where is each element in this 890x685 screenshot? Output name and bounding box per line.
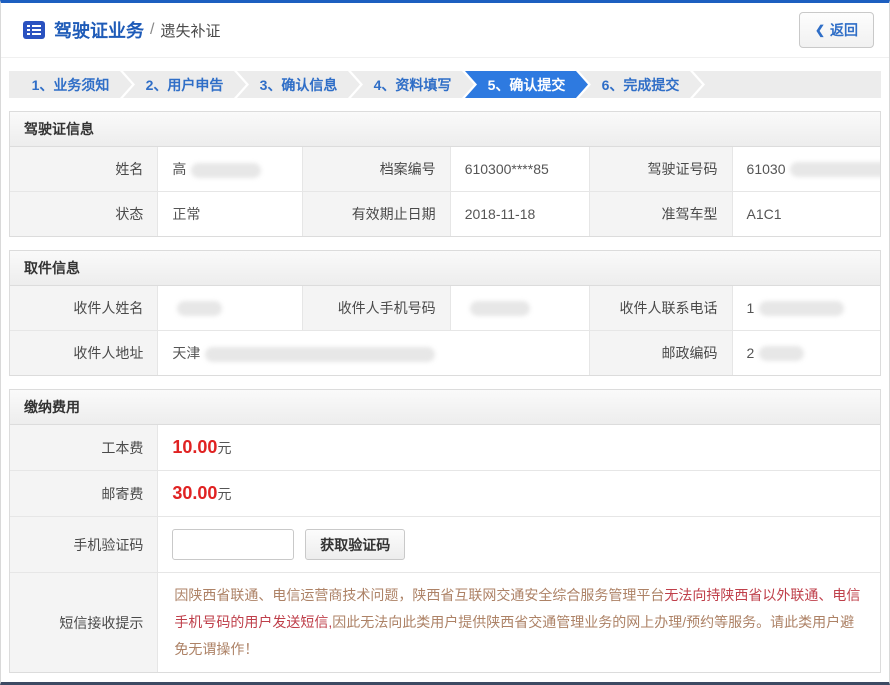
table-row: 工本费 10.00元 [10,425,880,471]
header: 驾驶证业务 / 遗失补证 ❮ 返回 [1,3,889,58]
step-3-confirm-info: 3、确认信息 [237,71,360,98]
pickup-section-title: 取件信息 [10,251,880,286]
sms-code-row: 获取验证码 [158,517,880,573]
step-2-user-declaration: 2、用户申告 [123,71,246,98]
recipient-phone-label: 收件人联系电话 [589,286,732,331]
redacted-value [177,301,222,316]
recipient-name-value [158,286,302,331]
file-no-value: 610300****85 [450,147,589,192]
redacted-value [759,301,844,316]
step-4-fill-data: 4、资料填写 [351,71,474,98]
footer-actions: 上一步 完成 [1,673,889,685]
postage-fee-label: 邮寄费 [10,471,158,517]
recipient-phone-value-text: 1 [747,300,755,316]
license-info-table: 姓名 高 档案编号 610300****85 驾驶证号码 61030 状态 正常… [10,147,880,236]
step-label: 4、资料填写 [374,75,452,95]
pickup-info-section: 取件信息 收件人姓名 收件人手机号码 收件人联系电话 1 收件人地址 天津 邮政… [9,250,881,376]
table-row: 短信接收提示 因陕西省联通、电信运营商技术问题，陕西省互联网交通安全综合服务管理… [10,573,880,673]
table-row: 收件人地址 天津 邮政编码 2 [10,331,880,376]
list-icon [23,21,45,39]
table-row: 邮寄费 30.00元 [10,471,880,517]
steps-bar-filler [693,71,881,98]
license-no-value: 61030 [732,147,880,192]
postal-code-label: 邮政编码 [589,331,732,376]
back-button-label: 返回 [830,20,858,40]
page-subtitle: 遗失补证 [160,20,220,41]
fees-table: 工本费 10.00元 邮寄费 30.00元 手机验证码 获取验证码 短信接收提 [10,425,880,672]
name-label: 姓名 [10,147,158,192]
name-value-text: 高 [172,161,186,177]
breadcrumb-divider: / [150,21,154,39]
file-no-label: 档案编号 [302,147,450,192]
sms-code-label: 手机验证码 [10,517,158,573]
production-fee-amount: 10.00 [172,437,217,457]
redacted-value [191,163,261,178]
production-fee-unit: 元 [217,440,231,456]
table-row: 收件人姓名 收件人手机号码 收件人联系电话 1 [10,286,880,331]
step-5-confirm-submit-active: 5、确认提交 [465,71,588,98]
postage-fee-unit: 元 [217,486,231,502]
step-label: 2、用户申告 [146,75,224,95]
recipient-mobile-label: 收件人手机号码 [302,286,450,331]
postal-code-value: 2 [732,331,880,376]
recipient-address-value: 天津 [158,331,589,376]
table-row: 状态 正常 有效期止日期 2018-11-18 准驾车型 A1C1 [10,192,880,237]
page: 驾驶证业务 / 遗失补证 ❮ 返回 1、业务须知 2、用户申告 3、确认信息 4… [0,0,890,685]
name-value: 高 [158,147,302,192]
recipient-address-label: 收件人地址 [10,331,158,376]
pickup-info-table: 收件人姓名 收件人手机号码 收件人联系电话 1 收件人地址 天津 邮政编码 2 [10,286,880,375]
sms-notice-label: 短信接收提示 [10,573,158,673]
table-row: 手机验证码 获取验证码 [10,517,880,573]
step-label: 5、确认提交 [488,75,566,95]
status-label: 状态 [10,192,158,237]
vehicle-class-value: A1C1 [732,192,880,237]
redacted-value [759,346,804,361]
expiry-label: 有效期止日期 [302,192,450,237]
back-button[interactable]: ❮ 返回 [799,12,874,48]
recipient-address-value-text: 天津 [172,345,200,361]
status-value: 正常 [158,192,302,237]
fees-section: 缴纳费用 工本费 10.00元 邮寄费 30.00元 手机验证码 [9,389,881,673]
vehicle-class-label: 准驾车型 [589,192,732,237]
steps-bar: 1、业务须知 2、用户申告 3、确认信息 4、资料填写 5、确认提交 6、完成提… [9,71,881,98]
production-fee-label: 工本费 [10,425,158,471]
postage-fee-amount: 30.00 [172,483,217,503]
step-6-complete-submit: 6、完成提交 [579,71,702,98]
get-code-button[interactable]: 获取验证码 [305,529,405,560]
postage-fee-value: 30.00元 [158,471,880,517]
step-1-business-notice: 1、业务须知 [9,71,132,98]
expiry-value: 2018-11-18 [450,192,589,237]
fees-section-title: 缴纳费用 [10,390,880,425]
recipient-mobile-value [450,286,589,331]
page-title: 驾驶证业务 [54,17,144,43]
redacted-value [205,347,435,362]
license-section-title: 驾驶证信息 [10,112,880,147]
sms-code-input[interactable] [172,529,294,560]
table-row: 姓名 高 档案编号 610300****85 驾驶证号码 61030 [10,147,880,192]
postal-code-value-text: 2 [747,345,755,361]
recipient-name-label: 收件人姓名 [10,286,158,331]
redacted-value [470,301,530,316]
step-label: 3、确认信息 [260,75,338,95]
sms-notice-text: 因陕西省联通、电信运营商技术问题，陕西省互联网交通安全综合服务管理平台无法向持陕… [158,573,880,673]
chevron-left-icon: ❮ [815,23,825,37]
license-info-section: 驾驶证信息 姓名 高 档案编号 610300****85 驾驶证号码 61030… [9,111,881,237]
sms-notice-part1: 因陕西省联通、电信运营商技术问题，陕西省互联网交通安全综合服务管理平台 [174,587,664,603]
step-label: 1、业务须知 [32,75,110,95]
step-label: 6、完成提交 [602,75,680,95]
recipient-phone-value: 1 [732,286,880,331]
redacted-value [790,162,880,177]
license-no-label: 驾驶证号码 [589,147,732,192]
license-no-value-text: 61030 [747,161,786,177]
production-fee-value: 10.00元 [158,425,880,471]
